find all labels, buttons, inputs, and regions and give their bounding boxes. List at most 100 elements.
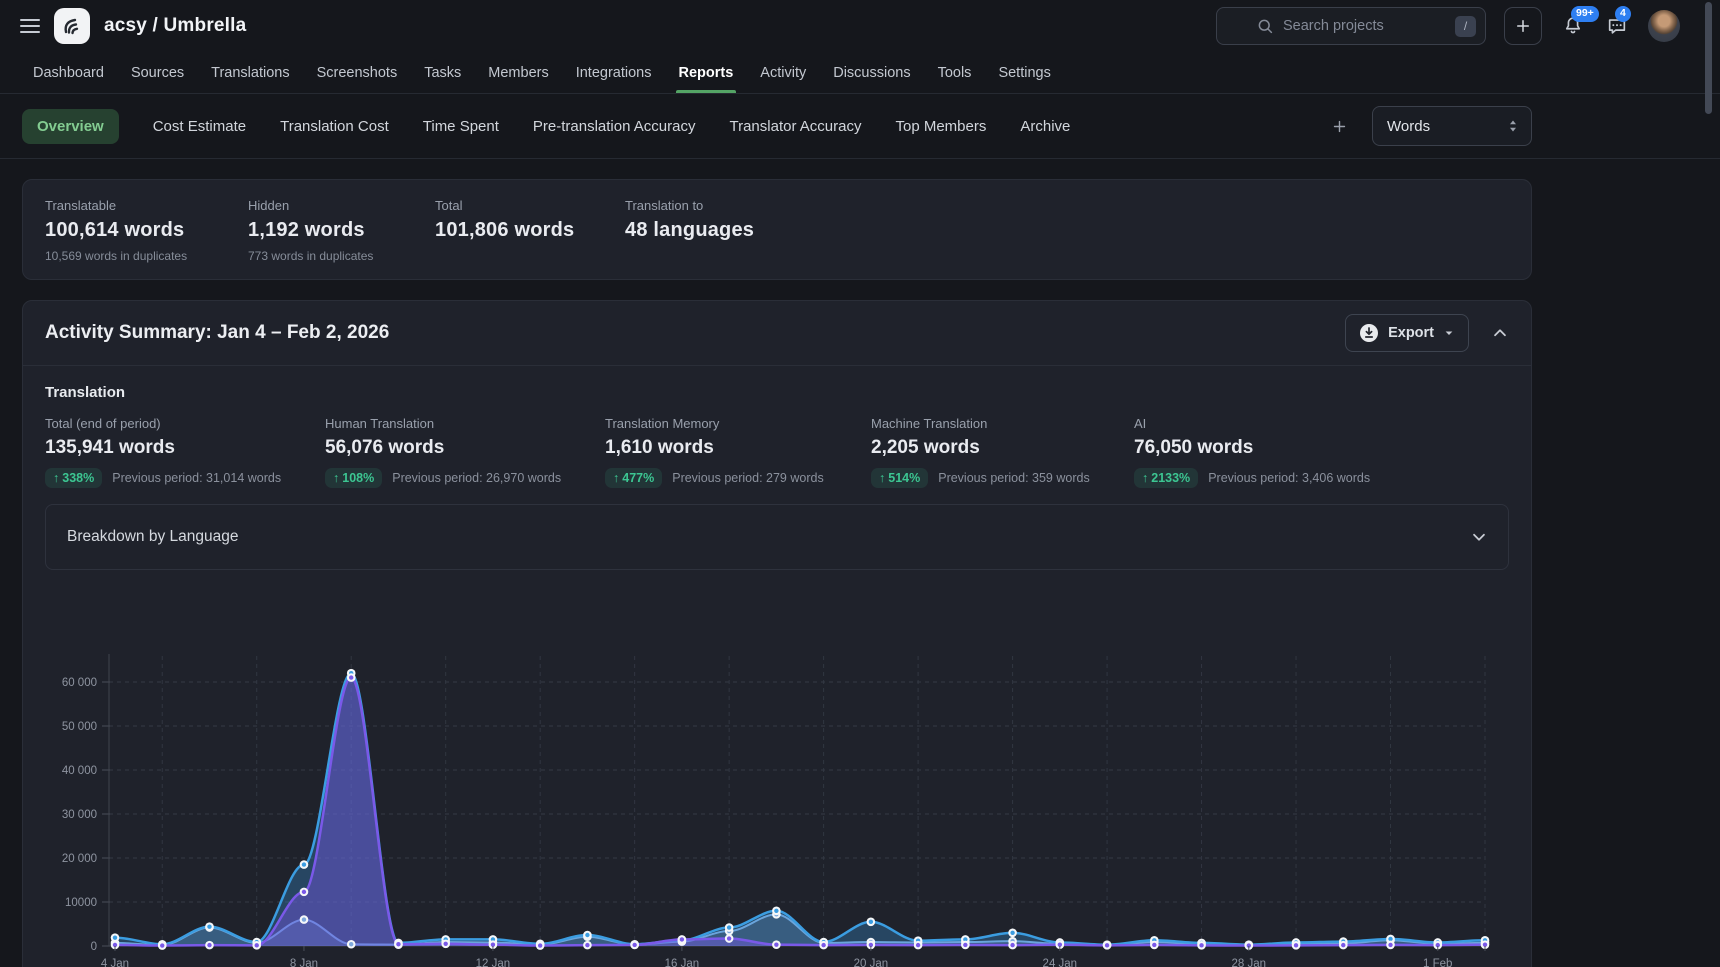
increase-arrow-icon: ↑ bbox=[879, 471, 885, 485]
nav-item-reports[interactable]: Reports bbox=[679, 52, 734, 93]
nav-item-discussions[interactable]: Discussions bbox=[833, 52, 910, 93]
series-purple-point-center bbox=[632, 943, 636, 947]
breakdown-by-language-toggle[interactable]: Breakdown by Language bbox=[45, 504, 1509, 570]
page-scrollbar[interactable] bbox=[1705, 0, 1712, 967]
nav-item-dashboard[interactable]: Dashboard bbox=[33, 52, 104, 93]
series-purple-point-center bbox=[538, 943, 542, 947]
plus-icon bbox=[1331, 118, 1348, 135]
series-purple-point-center bbox=[302, 890, 306, 894]
activity-summary-card: Activity Summary: Jan 4 – Feb 2, 2026 Ex… bbox=[22, 300, 1532, 967]
nav-item-integrations[interactable]: Integrations bbox=[576, 52, 652, 93]
summary-stats-card: Translatable100,614 words10,569 words in… bbox=[22, 179, 1532, 280]
unit-select[interactable]: Words bbox=[1372, 106, 1532, 146]
y-axis-label: 40 000 bbox=[62, 765, 97, 777]
series-blue-point-center bbox=[302, 862, 306, 866]
report-tabs-row: Overview Cost Estimate Translation Cost Tim… bbox=[0, 94, 1720, 158]
nav-item-translations[interactable]: Translations bbox=[211, 52, 289, 93]
increase-arrow-icon: ↑ bbox=[53, 471, 59, 485]
increase-badge: ↑2133% bbox=[1134, 468, 1198, 488]
activity-stat-human-translation: Human Translation56,076 words↑108%Previo… bbox=[325, 416, 605, 488]
stat-meta: ↑477%Previous period: 279 words bbox=[605, 468, 871, 488]
notifications-button[interactable]: 99+ bbox=[1560, 13, 1586, 39]
stat-value: 56,076 words bbox=[325, 437, 605, 459]
nav-item-sources[interactable]: Sources bbox=[131, 52, 184, 93]
stat-value: 101,806 words bbox=[435, 219, 625, 242]
report-tab-pre-translation-accuracy[interactable]: Pre-translation Accuracy bbox=[533, 109, 696, 144]
previous-period-text: Previous period: 31,014 words bbox=[112, 471, 281, 485]
stat-value: 2,205 words bbox=[871, 437, 1134, 459]
increase-arrow-icon: ↑ bbox=[1142, 471, 1148, 485]
add-report-button[interactable] bbox=[1331, 118, 1348, 135]
create-project-button[interactable] bbox=[1504, 7, 1542, 45]
stat-meta: ↑514%Previous period: 359 words bbox=[871, 468, 1134, 488]
stat-value: 135,941 words bbox=[45, 437, 325, 459]
report-tab-cost-estimate[interactable]: Cost Estimate bbox=[153, 109, 246, 144]
series-blue-point-center bbox=[727, 925, 731, 929]
report-tabs: Overview Cost Estimate Translation Cost Tim… bbox=[22, 109, 1070, 144]
search-input[interactable] bbox=[1283, 18, 1446, 34]
stat-label: Translatable bbox=[45, 198, 248, 213]
scrollbar-thumb[interactable] bbox=[1705, 2, 1712, 114]
stat-label: Translation Memory bbox=[605, 416, 871, 431]
series-purple-point-center bbox=[1199, 943, 1203, 947]
export-button[interactable]: Export bbox=[1345, 314, 1469, 352]
x-axis-label: 1 Feb bbox=[1423, 958, 1452, 967]
messages-button[interactable]: 4 bbox=[1604, 13, 1630, 39]
project-breadcrumb: acsy / Umbrella bbox=[104, 15, 246, 37]
messages-badge: 4 bbox=[1615, 6, 1631, 22]
logo-icon bbox=[60, 14, 84, 38]
increase-value: 477% bbox=[622, 471, 654, 485]
series-light-blue-point-center bbox=[349, 942, 353, 946]
menu-button[interactable] bbox=[20, 18, 40, 34]
y-axis-label: 30 000 bbox=[62, 809, 97, 821]
search-icon bbox=[1256, 17, 1274, 35]
stat-subtext: 773 words in duplicates bbox=[248, 249, 435, 263]
report-tab-translation-cost[interactable]: Translation Cost bbox=[280, 109, 389, 144]
stat-label: Hidden bbox=[248, 198, 435, 213]
collapse-section-button[interactable] bbox=[1491, 324, 1509, 342]
activity-chart: 01000020 00030 00040 00050 00060 0004 Ja… bbox=[45, 594, 1509, 967]
series-blue-point-center bbox=[869, 920, 873, 924]
nav-item-screenshots[interactable]: Screenshots bbox=[317, 52, 398, 93]
series-purple-point-center bbox=[255, 943, 259, 947]
stat-label: Translation to bbox=[625, 198, 1509, 213]
nav-item-activity[interactable]: Activity bbox=[760, 52, 806, 93]
report-tab-translator-accuracy[interactable]: Translator Accuracy bbox=[729, 109, 861, 144]
hamburger-icon bbox=[20, 18, 40, 34]
series-purple-point-center bbox=[443, 942, 447, 946]
series-blue-point-center bbox=[113, 935, 117, 939]
search-shortcut-hint: / bbox=[1455, 16, 1476, 37]
nav-item-tasks[interactable]: Tasks bbox=[424, 52, 461, 93]
search-box[interactable]: / bbox=[1216, 7, 1486, 45]
report-tab-time-spent[interactable]: Time Spent bbox=[423, 109, 499, 144]
stat-meta: ↑338%Previous period: 31,014 words bbox=[45, 468, 325, 488]
content: Translatable100,614 words10,569 words in… bbox=[0, 159, 1532, 967]
user-avatar[interactable] bbox=[1648, 10, 1680, 42]
report-tab-top-members[interactable]: Top Members bbox=[895, 109, 986, 144]
y-axis-label: 60 000 bbox=[62, 677, 97, 689]
stat-meta: ↑2133%Previous period: 3,406 words bbox=[1134, 468, 1509, 488]
x-axis-label: 16 Jan bbox=[665, 958, 700, 967]
series-purple-point-center bbox=[349, 675, 353, 679]
stat-meta: ↑108%Previous period: 26,970 words bbox=[325, 468, 605, 488]
nav-item-tools[interactable]: Tools bbox=[938, 52, 972, 93]
report-tab-overview[interactable]: Overview bbox=[22, 109, 119, 144]
plus-icon bbox=[1514, 17, 1532, 35]
report-tab-archive[interactable]: Archive bbox=[1020, 109, 1070, 144]
summary-stat-total: Total 101,806 words bbox=[435, 198, 625, 263]
previous-period-text: Previous period: 359 words bbox=[938, 471, 1089, 485]
increase-badge: ↑477% bbox=[605, 468, 662, 488]
series-purple-point-center bbox=[680, 937, 684, 941]
stat-value: 1,192 words bbox=[248, 219, 435, 242]
nav-item-members[interactable]: Members bbox=[488, 52, 548, 93]
increase-badge: ↑108% bbox=[325, 468, 382, 488]
stat-label: Total bbox=[435, 198, 625, 213]
activity-stat-translation-memory: Translation Memory1,610 words↑477%Previo… bbox=[605, 416, 871, 488]
nav-item-settings[interactable]: Settings bbox=[998, 52, 1050, 93]
increase-value: 2133% bbox=[1151, 471, 1190, 485]
series-blue-point-center bbox=[1010, 931, 1014, 935]
app-logo[interactable] bbox=[54, 8, 90, 44]
series-purple-point-center bbox=[963, 943, 967, 947]
series-purple-point-center bbox=[160, 943, 164, 947]
series-purple-point-center bbox=[1010, 943, 1014, 947]
